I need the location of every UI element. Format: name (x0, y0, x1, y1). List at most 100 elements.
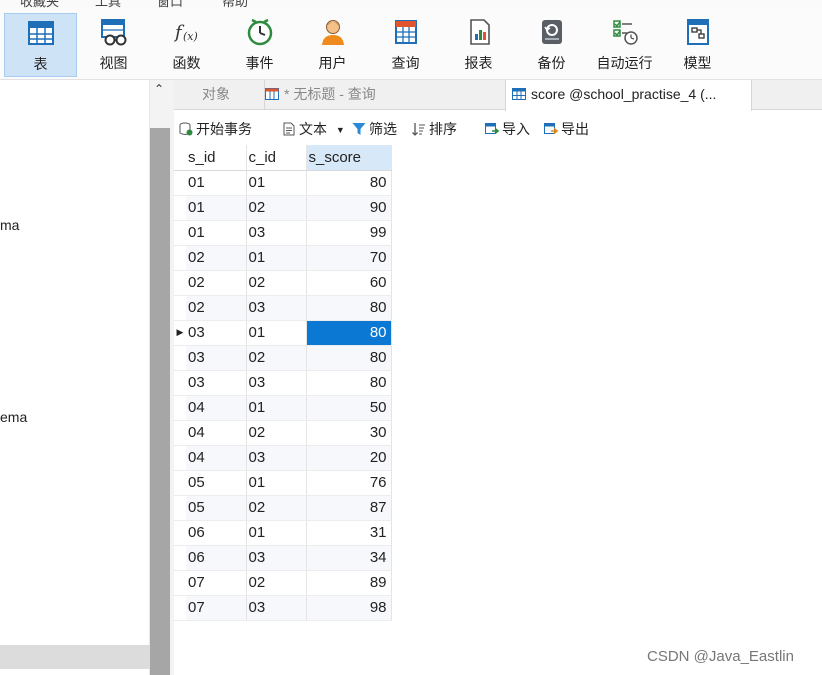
table-row[interactable]: 04 03 20 (174, 445, 392, 471)
grid-cell-s-score[interactable]: 80 (306, 370, 392, 396)
toolbar-view-button[interactable]: 视图 (77, 13, 150, 77)
filter-button[interactable]: 筛选 (352, 119, 397, 139)
table-row[interactable]: 05 01 76 (174, 470, 392, 496)
table-row[interactable]: 02 01 70 (174, 245, 392, 271)
menu-help[interactable]: 帮助 (222, 0, 248, 8)
row-marker[interactable] (174, 545, 186, 571)
grid-cell-s-id[interactable]: 04 (186, 445, 247, 471)
tab-score-table[interactable]: score @school_practise_4 (... (505, 80, 752, 111)
chevron-down-icon[interactable]: ▼ (336, 125, 345, 135)
row-marker[interactable] (174, 420, 186, 446)
row-marker[interactable] (174, 520, 186, 546)
navigator-horizontal-scrollbar[interactable] (0, 645, 150, 669)
row-marker[interactable] (174, 345, 186, 371)
grid-cell-c-id[interactable]: 02 (246, 195, 307, 221)
grid-cell-s-score[interactable]: 99 (306, 220, 392, 246)
column-header-s-id[interactable]: s_id (186, 145, 247, 171)
grid-cell-s-score[interactable]: 70 (306, 245, 392, 271)
table-row[interactable]: 03 03 80 (174, 370, 392, 396)
grid-cell-c-id[interactable]: 02 (246, 420, 307, 446)
row-marker[interactable] (174, 470, 186, 496)
grid-cell-s-id[interactable]: 01 (186, 195, 247, 221)
grid-cell-c-id[interactable]: 03 (246, 295, 307, 321)
row-marker[interactable] (174, 570, 186, 596)
grid-cell-s-id[interactable]: 02 (186, 295, 247, 321)
column-header-c-id[interactable]: c_id (246, 145, 307, 171)
grid-cell-c-id[interactable]: 01 (246, 470, 307, 496)
grid-cell-c-id[interactable]: 02 (246, 270, 307, 296)
navigator-item[interactable]: ma (0, 217, 19, 233)
grid-cell-s-id[interactable]: 06 (186, 520, 247, 546)
table-row[interactable]: 07 02 89 (174, 570, 392, 596)
grid-cell-c-id[interactable]: 01 (246, 245, 307, 271)
text-view-button[interactable]: 文本 ▼ (282, 119, 345, 139)
table-row[interactable]: 07 03 98 (174, 595, 392, 621)
row-marker[interactable] (174, 170, 186, 196)
grid-cell-s-score[interactable]: 76 (306, 470, 392, 496)
row-marker[interactable] (174, 495, 186, 521)
grid-cell-s-id[interactable]: 01 (186, 170, 247, 196)
toolbar-report-button[interactable]: 报表 (442, 13, 515, 77)
grid-cell-s-score[interactable]: 80 (306, 345, 392, 371)
grid-cell-s-score[interactable]: 20 (306, 445, 392, 471)
current-row-indicator-icon[interactable]: ▶ (174, 320, 186, 346)
grid-cell-s-id[interactable]: 05 (186, 470, 247, 496)
toolbar-autorun-button[interactable]: 自动运行 (588, 13, 661, 77)
toolbar-backup-button[interactable]: 备份 (515, 13, 588, 77)
grid-cell-c-id[interactable]: 03 (246, 445, 307, 471)
grid-cell-s-id[interactable]: 01 (186, 220, 247, 246)
navigator-item[interactable]: ema (0, 409, 27, 425)
row-marker[interactable] (174, 295, 186, 321)
grid-cell-c-id[interactable]: 01 (246, 395, 307, 421)
row-marker[interactable] (174, 445, 186, 471)
grid-cell-s-id[interactable]: 02 (186, 245, 247, 271)
column-header-s-score[interactable]: s_score (306, 145, 392, 171)
row-marker[interactable] (174, 370, 186, 396)
row-marker[interactable] (174, 220, 186, 246)
grid-cell-s-score[interactable]: 89 (306, 570, 392, 596)
menu-tools[interactable]: 工具 (95, 0, 121, 8)
grid-cell-c-id[interactable]: 01 (246, 520, 307, 546)
begin-transaction-button[interactable]: 开始事务 (179, 119, 252, 139)
table-row[interactable]: 02 03 80 (174, 295, 392, 321)
table-row[interactable]: 05 02 87 (174, 495, 392, 521)
row-marker[interactable] (174, 595, 186, 621)
grid-cell-s-id[interactable]: 05 (186, 495, 247, 521)
grid-cell-s-score[interactable]: 80 (306, 295, 392, 321)
grid-cell-c-id[interactable]: 03 (246, 220, 307, 246)
toolbar-table-button[interactable]: 表 (4, 13, 77, 77)
tab-query[interactable]: * 无标题 - 查询 (264, 80, 504, 110)
table-row[interactable]: 01 01 80 (174, 170, 392, 196)
row-marker[interactable] (174, 195, 186, 221)
table-row[interactable]: 06 03 34 (174, 545, 392, 571)
grid-cell-s-id[interactable]: 03 (186, 345, 247, 371)
import-button[interactable]: 导入 (485, 119, 530, 139)
grid-cell-s-score[interactable]: 34 (306, 545, 392, 571)
menu-window[interactable]: 窗口 (157, 0, 183, 8)
table-row[interactable]: 01 02 90 (174, 195, 392, 221)
toolbar-user-button[interactable]: 用户 (296, 13, 369, 77)
row-marker[interactable] (174, 245, 186, 271)
grid-cell-s-score[interactable]: 30 (306, 420, 392, 446)
grid-cell-s-id[interactable]: 04 (186, 420, 247, 446)
grid-cell-s-score[interactable]: 80 (306, 170, 392, 196)
tab-objects[interactable]: 对象 (202, 80, 230, 110)
grid-cell-c-id[interactable]: 01 (246, 170, 307, 196)
table-row[interactable]: ▶ 03 01 80 (174, 320, 392, 346)
grid-cell-c-id[interactable]: 03 (246, 370, 307, 396)
table-row[interactable]: 02 02 60 (174, 270, 392, 296)
grid-cell-s-id[interactable]: 07 (186, 595, 247, 621)
grid-cell-s-score[interactable]: 98 (306, 595, 392, 621)
row-marker[interactable] (174, 270, 186, 296)
table-row[interactable]: 06 01 31 (174, 520, 392, 546)
sort-button[interactable]: 排序 (412, 119, 457, 139)
grid-cell-s-id[interactable]: 03 (186, 370, 247, 396)
grid-cell-s-id[interactable]: 02 (186, 270, 247, 296)
toolbar-model-button[interactable]: 模型 (661, 13, 734, 77)
export-button[interactable]: 导出 (544, 119, 589, 139)
table-row[interactable]: 04 01 50 (174, 395, 392, 421)
grid-cell-c-id[interactable]: 02 (246, 495, 307, 521)
grid-cell-s-id[interactable]: 06 (186, 545, 247, 571)
vertical-scrollbar[interactable] (150, 128, 170, 675)
row-marker[interactable] (174, 395, 186, 421)
